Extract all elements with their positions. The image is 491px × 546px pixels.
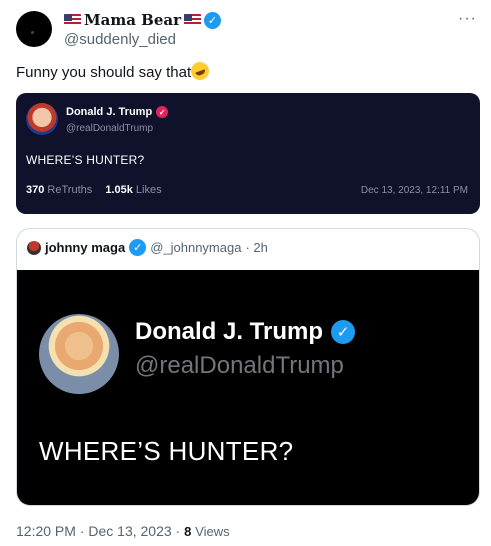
author-avatar[interactable] — [16, 11, 52, 47]
image-name: Donald J. Trump — [135, 318, 324, 345]
truth-name-line: Donald J. Trump ✓ — [66, 106, 169, 118]
us-flag-icon — [183, 14, 201, 26]
more-icon[interactable]: ··· — [458, 10, 477, 28]
verified-badge-icon: ✓ — [129, 239, 147, 256]
truth-name: Donald J. Trump — [66, 106, 153, 118]
author-name-line[interactable]: Mama Bear ✓ — [64, 11, 221, 29]
image-text: WHERE’S HUNTER? — [39, 436, 294, 466]
quote-time[interactable]: · 2h — [245, 240, 267, 255]
quote-avatar[interactable] — [27, 240, 41, 255]
quote-header: johnny maga ✓ @_johnnymaga · 2h — [27, 239, 268, 256]
truth-handle: @realDonaldTrump — [66, 123, 154, 134]
truth-avatar — [26, 103, 58, 135]
views-label: Views — [195, 524, 230, 539]
truth-social-card: Donald J. Trump ✓ @realDonaldTrump WHERE… — [16, 93, 480, 214]
verified-badge-icon: ✓ — [156, 106, 169, 118]
tweet-meta: 12:20 PM · Dec 13, 2023 · 8 Views — [16, 523, 230, 539]
retruths-count: 370 — [26, 184, 45, 196]
tweet-text: Funny you should say that — [16, 59, 212, 83]
tweet-body: Funny you should say that — [16, 64, 192, 81]
likes-count: 1.05k — [105, 184, 133, 196]
quote-image[interactable]: Donald J. Trump ✓ @realDonaldTrump WHERE… — [17, 270, 479, 505]
verified-badge-icon: ✓ — [203, 11, 221, 29]
image-avatar — [39, 314, 119, 394]
image-name-line: Donald J. Trump ✓ — [135, 318, 356, 346]
retruths-label: ReTruths — [47, 184, 93, 196]
likes-label: Likes — [135, 184, 162, 196]
views-count: 8 — [184, 524, 192, 539]
tweet-timestamp[interactable]: 12:20 PM · Dec 13, 2023 · — [16, 523, 184, 539]
image-handle: @realDonaldTrump — [135, 352, 344, 379]
quote-author-handle[interactable]: @_johnnymaga — [150, 240, 241, 255]
truth-date: Dec 13, 2023, 12:11 PM — [360, 185, 468, 196]
quote-author-name[interactable]: johnny maga — [45, 240, 125, 255]
us-flag-icon — [64, 14, 81, 26]
author-handle[interactable]: @suddenly_died — [64, 31, 176, 48]
truth-stats: 370 ReTruths 1.05k Likes — [26, 184, 172, 196]
truth-text: WHERE’S HUNTER? — [26, 153, 145, 167]
rolling-laughing-emoji-icon — [188, 59, 212, 83]
verified-badge-icon: ✓ — [331, 320, 356, 344]
quoted-tweet[interactable]: johnny maga ✓ @_johnnymaga · 2h Donald J… — [16, 228, 480, 506]
author-name[interactable]: Mama Bear — [84, 11, 181, 29]
